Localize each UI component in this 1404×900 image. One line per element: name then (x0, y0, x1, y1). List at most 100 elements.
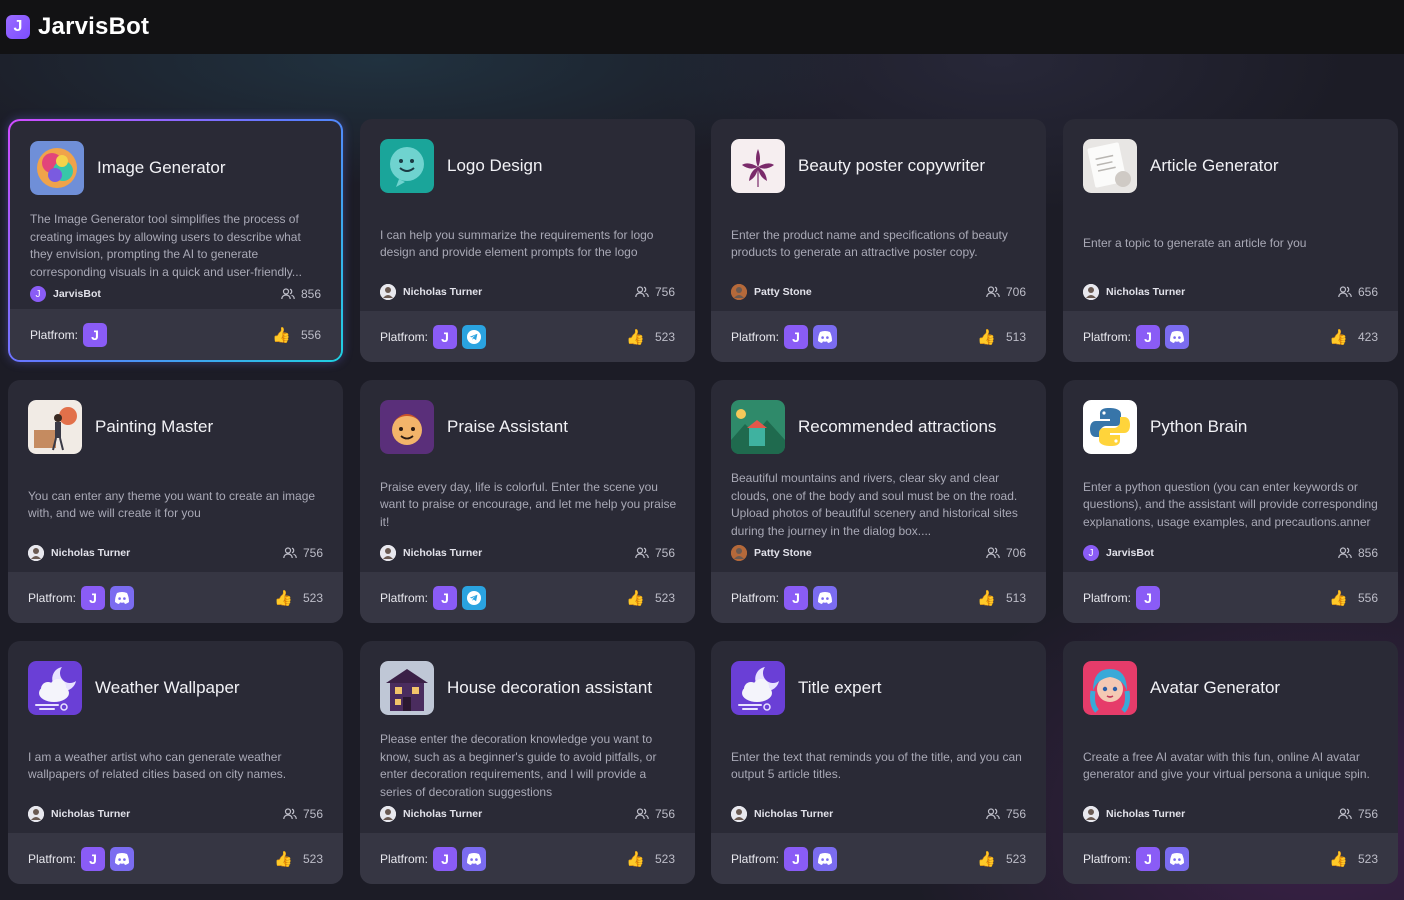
users-icon (1338, 547, 1352, 559)
card-meta: Nicholas Turner 756 (380, 283, 675, 301)
card-footer: Platfrom: J 👍 523 (360, 311, 695, 362)
discord-icon[interactable] (110, 585, 135, 610)
bot-card-recommended-attractions[interactable]: Recommended attractions Beautiful mounta… (711, 380, 1046, 623)
jarvis-platform-icon[interactable]: J (81, 585, 106, 610)
platform-list: J (81, 585, 139, 610)
user-count: 706 (986, 285, 1026, 299)
user-count-value: 756 (654, 807, 675, 821)
author-name: Nicholas Turner (1106, 808, 1186, 820)
like-count[interactable]: 👍 523 (1329, 850, 1378, 868)
top-bar: J JarvisBot (0, 0, 1404, 54)
jarvis-platform-icon[interactable]: J (784, 324, 809, 349)
discord-icon[interactable] (1165, 324, 1190, 349)
like-count[interactable]: 👍 523 (626, 850, 675, 868)
like-count[interactable]: 👍 556 (272, 326, 321, 344)
like-count[interactable]: 👍 523 (977, 850, 1026, 868)
like-count[interactable]: 👍 523 (626, 589, 675, 607)
card-description-text: Praise every day, life is colorful. Ente… (380, 479, 677, 529)
jarvis-platform-icon[interactable]: J (433, 324, 458, 349)
card-description: Beautiful mountains and rivers, clear sk… (731, 455, 1028, 555)
bot-card-weather-wallpaper[interactable]: Weather Wallpaper I am a weather artist … (8, 641, 343, 884)
bot-card-title-expert[interactable]: Title expert Enter the text that reminds… (711, 641, 1046, 884)
telegram-icon[interactable] (462, 324, 487, 349)
bot-card-painting-master[interactable]: Painting Master You can enter any theme … (8, 380, 343, 623)
card-description: Please enter the decoration knowledge yo… (380, 716, 677, 816)
like-count[interactable]: 👍 523 (274, 589, 323, 607)
discord-icon[interactable] (462, 846, 487, 871)
user-count: 856 (281, 287, 321, 301)
card-meta: Patty Stone 706 (731, 283, 1026, 301)
bot-card-article-generator[interactable]: Article Generator Enter a topic to gener… (1063, 119, 1398, 362)
users-icon (281, 288, 295, 300)
telegram-icon[interactable] (462, 585, 487, 610)
card-title: Image Generator (97, 158, 226, 177)
card-title: Title expert (798, 678, 882, 697)
card-title: Praise Assistant (447, 417, 568, 436)
author-avatar: J (30, 286, 46, 302)
jarvis-platform-icon[interactable]: J (1136, 324, 1161, 349)
bot-card-avatar-generator[interactable]: Avatar Generator Create a free AI avatar… (1063, 641, 1398, 884)
card-description: I can help you summarize the requirement… (380, 194, 677, 294)
card-header: Python Brain (1083, 400, 1378, 454)
paper-note-icon (1083, 139, 1137, 193)
like-count[interactable]: 👍 423 (1329, 328, 1378, 346)
like-count[interactable]: 👍 556 (1329, 589, 1378, 607)
discord-icon[interactable] (110, 846, 135, 871)
card-title: Logo Design (447, 156, 543, 175)
user-count: 756 (283, 807, 323, 821)
like-count-value: 556 (1357, 590, 1378, 605)
jarvis-platform-icon[interactable]: J (784, 846, 809, 871)
bot-card-beauty-poster-copywriter[interactable]: Beauty poster copywriter Enter the produ… (711, 119, 1046, 362)
jarvis-platform-icon[interactable]: J (784, 585, 809, 610)
card-description: Praise every day, life is colorful. Ente… (380, 455, 677, 555)
author-name: JarvisBot (53, 288, 101, 300)
jarvis-platform-icon[interactable]: J (81, 846, 106, 871)
card-description: The Image Generator tool simplifies the … (30, 196, 323, 296)
bot-card-image-generator[interactable]: Image Generator The Image Generator tool… (8, 119, 343, 362)
card-header: Praise Assistant (380, 400, 675, 454)
app-title: JarvisBot (38, 13, 150, 40)
card-footer: Platfrom: J 👍 423 (1063, 311, 1398, 362)
card-description-text: Create a free AI avatar with this fun, o… (1083, 749, 1370, 782)
flower-icon (731, 139, 785, 193)
discord-icon[interactable] (813, 585, 838, 610)
bot-card-logo-design[interactable]: Logo Design I can help you summarize the… (360, 119, 695, 362)
jarvis-platform-icon[interactable]: J (433, 585, 458, 610)
like-count[interactable]: 👍 523 (626, 328, 675, 346)
users-icon (283, 808, 297, 820)
platform-list: J (433, 846, 491, 871)
discord-icon[interactable] (1165, 846, 1190, 871)
card-description: Create a free AI avatar with this fun, o… (1083, 716, 1380, 816)
card-description-text: Enter a topic to generate an article for… (1083, 236, 1307, 251)
card-description-text: I can help you summarize the requirement… (380, 227, 654, 260)
card-footer: Platfrom: J 👍 556 (10, 309, 341, 360)
jarvis-platform-icon[interactable]: J (83, 322, 108, 347)
jarvis-platform-icon[interactable]: J (1136, 585, 1161, 610)
card-header: Recommended attractions (731, 400, 1026, 454)
bot-card-python-brain[interactable]: Python Brain Enter a python question (yo… (1063, 380, 1398, 623)
bot-card-praise-assistant[interactable]: Praise Assistant Praise every day, life … (360, 380, 695, 623)
card-description-text: Please enter the decoration knowledge yo… (380, 732, 657, 799)
like-count[interactable]: 👍 523 (274, 850, 323, 868)
bot-card-house-decoration-assistant[interactable]: House decoration assistant Please enter … (360, 641, 695, 884)
painter-icon (28, 400, 82, 454)
card-footer: Platfrom: J 👍 513 (711, 572, 1046, 623)
avatar-girl-icon (1083, 661, 1137, 715)
card-title: Recommended attractions (798, 417, 997, 436)
like-count-value: 423 (1357, 329, 1378, 344)
user-count-value: 706 (1005, 285, 1026, 299)
thumbs-up-icon: 👍 (1329, 850, 1348, 868)
discord-icon[interactable] (813, 846, 838, 871)
author-name: Nicholas Turner (1106, 286, 1186, 298)
like-count[interactable]: 👍 513 (977, 589, 1026, 607)
author-name: Nicholas Turner (403, 808, 483, 820)
jarvis-platform-icon[interactable]: J (433, 846, 458, 871)
discord-icon[interactable] (813, 324, 838, 349)
brand[interactable]: J JarvisBot (6, 13, 149, 41)
users-icon (635, 808, 649, 820)
jarvis-platform-icon[interactable]: J (1136, 846, 1161, 871)
card-header: Image Generator (30, 141, 321, 195)
card-title: Beauty poster copywriter (798, 156, 986, 175)
like-count[interactable]: 👍 513 (977, 328, 1026, 346)
card-meta: Nicholas Turner 756 (1083, 805, 1378, 823)
